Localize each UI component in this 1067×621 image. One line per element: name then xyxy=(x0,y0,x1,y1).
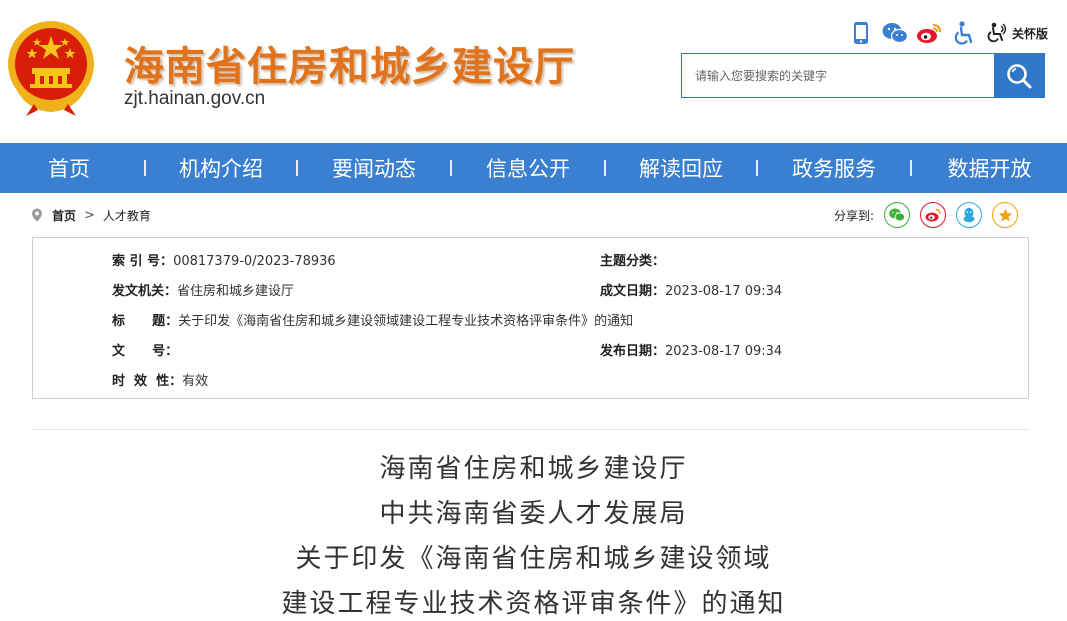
nav-item-home[interactable]: 首页 xyxy=(0,143,138,193)
info-published-label: 发布日期： xyxy=(600,344,666,359)
info-issuer-value: 省住房和城乡建设厅 xyxy=(177,284,295,299)
header-tools: 关怀版 xyxy=(848,20,1048,46)
share-weibo-button[interactable] xyxy=(920,202,947,228)
share-bar: 分享到: xyxy=(834,202,1028,228)
document-info-box: 索 引 号：00817379-0/2023-78936 主题分类： 发文机关：省… xyxy=(32,237,1029,399)
site-header: 海南省住房和城乡建设厅 zjt.hainan.gov.cn 关怀版 xyxy=(0,0,1067,143)
share-label: 分享到: xyxy=(834,208,875,223)
nav-item-interpretation[interactable]: 解读回应 xyxy=(606,143,756,193)
care-mode-label: 关怀版 xyxy=(1012,26,1049,41)
care-mode-button[interactable]: 关怀版 xyxy=(984,20,1048,46)
content-divider xyxy=(31,429,1030,430)
article-title-line: 中共海南省委人才发展局 xyxy=(379,499,688,529)
info-validity-value: 有效 xyxy=(182,374,209,389)
location-pin-icon xyxy=(32,208,42,222)
info-validity-label: 时 效 性： xyxy=(112,374,183,389)
info-published: 发布日期：2023-08-17 09:34 xyxy=(600,340,782,359)
nav-item-news[interactable]: 要闻动态 xyxy=(298,143,450,193)
info-docno: 文 号： xyxy=(112,340,178,359)
search-icon xyxy=(1007,63,1032,88)
share-qq-button[interactable] xyxy=(956,202,983,228)
search-input[interactable] xyxy=(682,54,994,97)
main-nav: 首页 机构介绍 要闻动态 信息公开 解读回应 政务服务 数据开放 xyxy=(0,143,1067,193)
weibo-icon[interactable] xyxy=(916,20,942,46)
info-topic: 主题分类： xyxy=(600,250,665,269)
share-qzone-button[interactable] xyxy=(992,202,1019,228)
info-validity: 时 效 性：有效 xyxy=(112,370,208,389)
info-topic-label: 主题分类： xyxy=(600,254,666,269)
article-title-line: 建设工程专业技术资格评审条件》的通知 xyxy=(281,589,786,619)
info-title-label: 标 题： xyxy=(112,314,179,329)
star-icon xyxy=(998,208,1012,221)
nav-item-organization[interactable]: 机构介绍 xyxy=(146,143,296,193)
info-issuer-label: 发文机关： xyxy=(112,284,178,299)
care-mode-icon xyxy=(984,20,1010,46)
info-issuer: 发文机关：省住房和城乡建设厅 xyxy=(112,280,294,299)
breadcrumb-home[interactable]: 首页 xyxy=(52,207,76,224)
wechat-icon[interactable] xyxy=(882,20,908,46)
info-created-label: 成文日期： xyxy=(600,284,666,299)
nav-item-disclosure[interactable]: 信息公开 xyxy=(452,143,604,193)
info-index-value: 00817379-0/2023-78936 xyxy=(173,254,336,269)
breadcrumb-current[interactable]: 人才教育 xyxy=(103,207,151,224)
weibo-icon xyxy=(925,208,941,222)
wechat-icon xyxy=(889,208,906,222)
breadcrumb: 首页 > 人才教育 xyxy=(31,206,151,224)
search-button[interactable] xyxy=(994,54,1044,97)
nav-item-open-data[interactable]: 数据开放 xyxy=(912,143,1067,193)
article-title-line: 海南省住房和城乡建设厅 xyxy=(379,454,688,484)
breadcrumb-separator: > xyxy=(84,207,95,223)
site-title: 海南省住房和城乡建设厅 xyxy=(124,44,575,90)
share-wechat-button[interactable] xyxy=(884,202,911,228)
info-title: 标 题：关于印发《海南省住房和城乡建设领域建设工程专业技术资格评审条件》的通知 xyxy=(112,310,633,329)
qq-icon xyxy=(963,207,975,223)
site-domain: zjt.hainan.gov.cn xyxy=(124,88,266,109)
info-docno-label: 文 号： xyxy=(112,344,179,359)
info-title-value: 关于印发《海南省住房和城乡建设领域建设工程专业技术资格评审条件》的通知 xyxy=(178,314,634,329)
search-box xyxy=(681,53,1045,98)
article-title-line: 关于印发《海南省住房和城乡建设领域 xyxy=(295,544,772,574)
accessibility-icon[interactable] xyxy=(950,20,976,46)
info-created-value: 2023-08-17 09:34 xyxy=(665,284,783,299)
mobile-icon[interactable] xyxy=(848,20,874,46)
info-index: 索 引 号：00817379-0/2023-78936 xyxy=(112,250,336,269)
national-emblem-icon xyxy=(8,21,94,116)
info-published-value: 2023-08-17 09:34 xyxy=(665,344,783,359)
nav-item-services[interactable]: 政务服务 xyxy=(758,143,910,193)
info-index-label: 索 引 号： xyxy=(112,254,174,269)
info-created: 成文日期：2023-08-17 09:34 xyxy=(600,280,782,299)
